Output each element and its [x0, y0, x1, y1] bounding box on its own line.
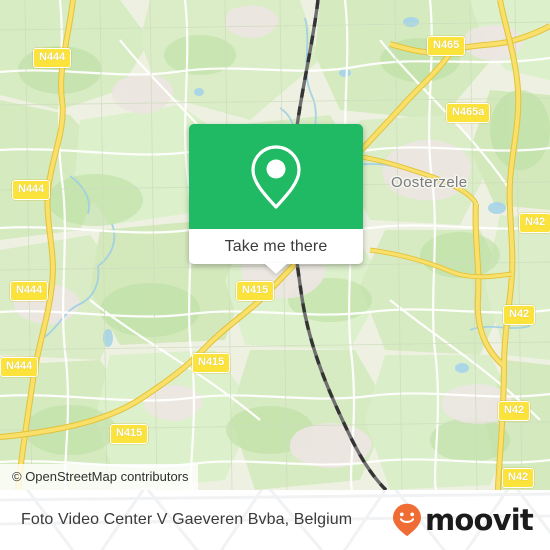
moovit-logo[interactable]: moovit [392, 503, 534, 537]
osm-attribution[interactable]: © OpenStreetMap contributors [0, 464, 198, 490]
moovit-map-page: Oosterzele N444 N444 N444 N444 N465 N465… [0, 0, 550, 550]
moovit-wordmark: moovit [425, 503, 534, 537]
road-shield-n42-1: N42 [519, 213, 550, 233]
road-shield-n444-2: N444 [12, 180, 51, 200]
road-shield-n415-2: N415 [192, 353, 231, 373]
road-shield-n42-2: N42 [503, 305, 536, 325]
place-title: Foto Video Center V Gaeveren Bvba, Belgi… [21, 511, 353, 528]
callout-action-panel[interactable]: Take me there [189, 229, 363, 274]
moovit-pin-smiley-icon [393, 503, 422, 537]
road-shield-n415-1: N415 [236, 281, 275, 301]
road-shield-n444-3: N444 [10, 281, 49, 301]
road-shield-n444-1: N444 [33, 48, 72, 68]
callout-icon-panel [189, 124, 363, 229]
road-shield-n42-3: N42 [498, 401, 531, 421]
location-callout-card[interactable]: Take me there [189, 124, 363, 274]
footer-bar: Foto Video Center V Gaeveren Bvba, Belgi… [0, 490, 550, 550]
map-label-oosterzele: Oosterzele [391, 174, 468, 191]
map-pin-icon [251, 144, 301, 209]
callout-pointer-tail [264, 263, 288, 274]
road-shield-n444-4: N444 [0, 357, 39, 377]
road-shield-n465a: N465a [446, 103, 491, 123]
road-shield-n42-4: N42 [502, 468, 535, 488]
take-me-there-label: Take me there [224, 237, 328, 255]
road-shield-n415-3: N415 [110, 424, 149, 444]
road-shield-n465: N465 [427, 36, 466, 56]
